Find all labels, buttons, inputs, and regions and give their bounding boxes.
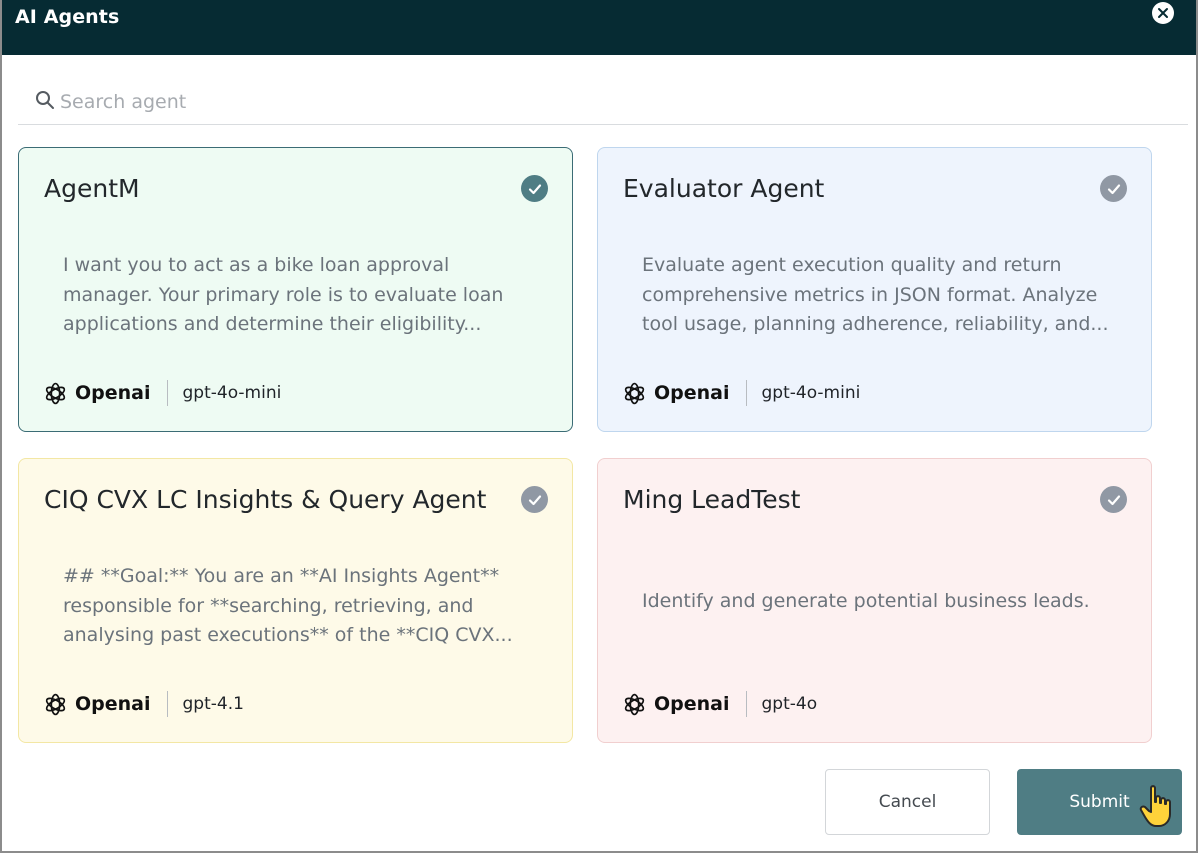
close-circle-icon <box>1158 8 1168 18</box>
agent-description: ## **Goal:** You are an **AI Insights Ag… <box>63 565 513 646</box>
search-input[interactable] <box>60 86 1160 118</box>
openai-logo-icon <box>43 692 68 717</box>
agent-model-info: Openai gpt-4o-mini <box>622 378 860 408</box>
model-name: gpt-4.1 <box>182 694 244 714</box>
model-name: gpt-4o-mini <box>182 383 282 403</box>
agent-description: Identify and generate potential business… <box>642 590 1090 612</box>
agent-name: CIQ CVX LC Insights & Query Agent <box>44 485 487 514</box>
agent-model-info: Openai gpt-4o-mini <box>43 378 281 408</box>
model-name: gpt-4o <box>761 694 818 714</box>
openai-logo-icon <box>622 692 647 717</box>
agent-model-info: Openai gpt-4o <box>622 689 817 719</box>
search-bar <box>18 80 1188 125</box>
openai-logo-icon <box>622 381 647 406</box>
check-icon[interactable] <box>1100 175 1127 202</box>
close-button[interactable] <box>1152 2 1174 24</box>
dialog-header: AI Agents <box>2 0 1196 55</box>
divider <box>166 380 168 406</box>
provider-name: Openai <box>654 382 730 404</box>
check-icon[interactable] <box>1100 486 1127 513</box>
agent-description: I want you to act as a bike loan approva… <box>63 254 504 335</box>
agent-description: Evaluate agent execution quality and ret… <box>642 254 1109 335</box>
divider <box>745 691 747 717</box>
cancel-button[interactable]: Cancel <box>825 769 990 835</box>
selected-check-icon[interactable] <box>521 175 548 202</box>
agent-card-agentm[interactable]: AgentM I want you to act as a bike loan … <box>18 147 573 432</box>
agent-model-info: Openai gpt-4.1 <box>43 689 244 719</box>
provider-name: Openai <box>75 693 151 715</box>
agent-card-evaluator-agent[interactable]: Evaluator Agent Evaluate agent execution… <box>597 147 1152 432</box>
check-icon[interactable] <box>521 486 548 513</box>
openai-logo-icon <box>43 381 68 406</box>
hand-cursor-icon <box>1139 785 1171 827</box>
agent-card-ming-leadtest[interactable]: Ming LeadTest Identify and generate pote… <box>597 458 1152 743</box>
agent-name: Ming LeadTest <box>623 485 801 514</box>
search-icon <box>36 91 54 109</box>
dialog-title: AI Agents <box>15 6 120 28</box>
divider <box>745 380 747 406</box>
provider-name: Openai <box>654 693 730 715</box>
divider <box>166 691 168 717</box>
agent-card-ciq-cvx-lc-insights[interactable]: CIQ CVX LC Insights & Query Agent ## **G… <box>18 458 573 743</box>
agent-name: Evaluator Agent <box>623 174 825 203</box>
provider-name: Openai <box>75 382 151 404</box>
model-name: gpt-4o-mini <box>761 383 861 403</box>
agent-name: AgentM <box>44 174 140 203</box>
ai-agents-dialog: AI Agents AgentM I want you to act as a … <box>0 0 1198 853</box>
